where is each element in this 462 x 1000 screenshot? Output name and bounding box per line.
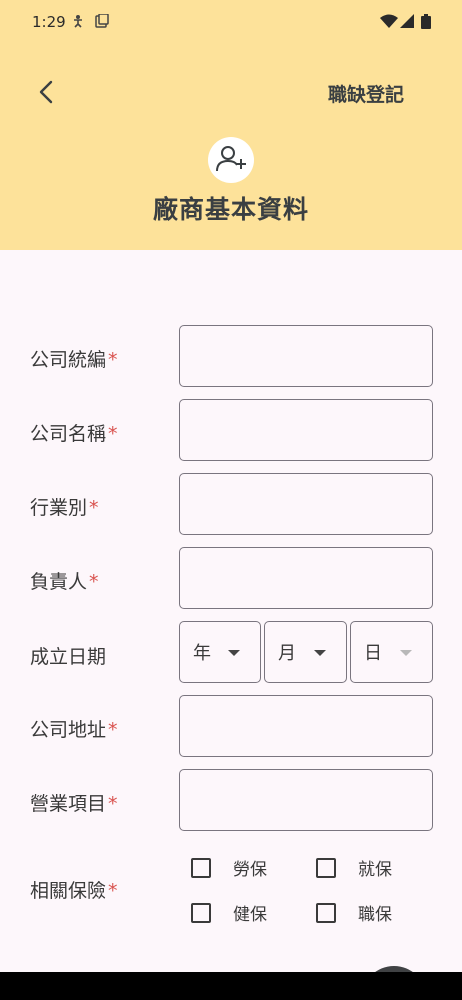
job-registration-button[interactable]: 職缺登記 [328, 80, 404, 107]
caret-down-icon [400, 650, 412, 656]
checkbox[interactable] [191, 857, 211, 878]
owner-label: 負責人 * [30, 571, 99, 593]
day-dropdown-label: 日 [364, 643, 382, 664]
business-items-field[interactable] [179, 769, 433, 831]
required-mark: * [108, 349, 118, 371]
insurance-option-label: 職保 [358, 905, 392, 925]
caret-down-icon [314, 650, 326, 656]
industry-field[interactable] [179, 473, 433, 535]
company-name-field[interactable] [179, 399, 433, 461]
signal-icon [400, 14, 414, 28]
tax-id-label: 公司統編 * [30, 349, 118, 371]
insurance-label: 相關保險 * [30, 880, 118, 902]
year-dropdown-label: 年 [193, 643, 211, 664]
checkbox[interactable] [191, 902, 211, 923]
avatar [208, 137, 254, 183]
insurance-option-labor[interactable]: 勞保 [191, 855, 267, 880]
person-add-icon [216, 146, 246, 172]
address-field[interactable] [179, 695, 433, 757]
year-dropdown[interactable]: 年 [179, 621, 261, 683]
insurance-option-occupational[interactable]: 職保 [316, 900, 392, 925]
status-time: 1:29 [32, 13, 66, 31]
page-title: 廠商基本資料 [152, 195, 309, 224]
back-button[interactable] [30, 76, 64, 110]
insurance-option-employment[interactable]: 就保 [316, 855, 392, 880]
business-items-label: 營業項目 * [30, 793, 118, 815]
insurance-option-health[interactable]: 健保 [191, 900, 267, 925]
required-mark: * [108, 880, 118, 902]
required-mark: * [108, 423, 118, 445]
chevron-left-icon [39, 80, 53, 104]
insurance-option-label: 就保 [358, 860, 392, 880]
address-label: 公司地址 * [30, 719, 118, 741]
required-mark: * [108, 719, 118, 741]
industry-label: 行業別 * [30, 497, 99, 519]
month-dropdown-label: 月 [278, 643, 296, 664]
checkbox[interactable] [316, 902, 336, 923]
checkbox[interactable] [316, 857, 336, 878]
company-name-label: 公司名稱 * [30, 423, 118, 445]
month-dropdown[interactable]: 月 [264, 621, 347, 683]
battery-icon [421, 14, 431, 29]
owner-field[interactable] [179, 547, 433, 609]
required-mark: * [108, 793, 118, 815]
wifi-icon [380, 14, 398, 28]
day-dropdown[interactable]: 日 [350, 621, 433, 683]
status-bar: 1:29 [0, 0, 462, 44]
header: 1:29 職缺登記 廠商基本資料 [0, 0, 462, 250]
caret-down-icon [228, 650, 240, 656]
insurance-option-label: 勞保 [233, 860, 267, 880]
required-mark: * [89, 571, 99, 593]
required-mark: * [89, 497, 99, 519]
screen-record-icon [95, 14, 109, 28]
system-navigation-bar [0, 972, 462, 1000]
insurance-option-label: 健保 [233, 905, 267, 925]
founded-date-label: 成立日期 [30, 646, 107, 668]
accessibility-icon [74, 15, 82, 28]
tax-id-field[interactable] [179, 325, 433, 387]
